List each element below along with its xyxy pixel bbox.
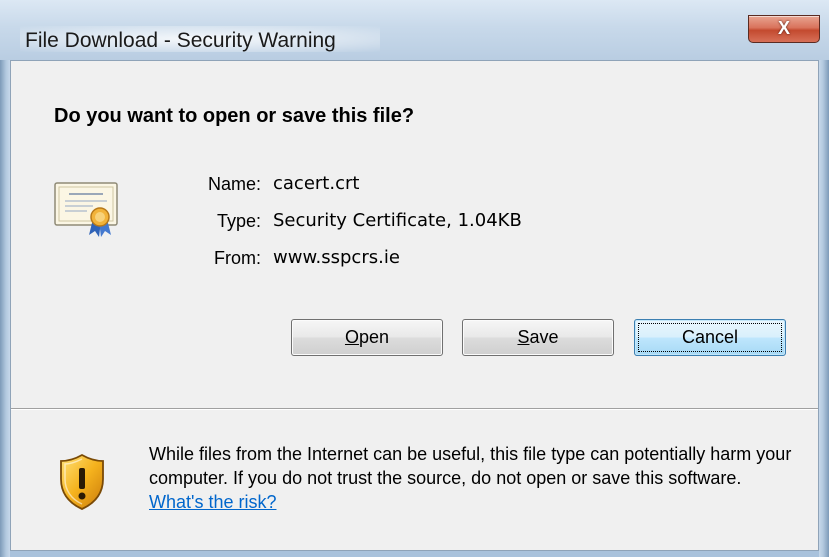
- window-frame-right: [819, 0, 829, 557]
- dialog-window: File Download - Security Warning X Do yo…: [0, 0, 829, 557]
- warning-message: While files from the Internet can be use…: [149, 442, 799, 514]
- warning-panel: While files from the Internet can be use…: [11, 410, 818, 550]
- file-info-panel: Do you want to open or save this file? N…: [11, 61, 818, 408]
- close-button[interactable]: X: [748, 15, 820, 43]
- focus-rectangle: [638, 323, 782, 352]
- from-value: www.sspcrs.ie: [273, 247, 400, 268]
- dialog-question: Do you want to open or save this file?: [54, 105, 415, 127]
- window-frame-left: [0, 0, 10, 557]
- title-bar[interactable]: File Download - Security Warning X: [0, 0, 829, 60]
- from-label: From:: [214, 248, 261, 268]
- window-title: File Download - Security Warning: [25, 29, 336, 52]
- open-label-rest: pen: [358, 327, 390, 347]
- name-label: Name:: [207, 174, 261, 194]
- cancel-button[interactable]: Cancel: [634, 319, 786, 356]
- dialog-client-area: Do you want to open or save this file? N…: [10, 60, 819, 551]
- whats-the-risk-link[interactable]: What's the risk?: [149, 492, 276, 512]
- save-mnemonic: S: [517, 327, 530, 347]
- save-label-rest: ave: [529, 327, 559, 347]
- warning-text: While files from the Internet can be use…: [149, 444, 792, 488]
- certificate-icon: [54, 182, 118, 237]
- open-mnemonic: O: [344, 327, 359, 347]
- type-label: Type:: [216, 211, 261, 231]
- save-button[interactable]: Save: [462, 319, 614, 356]
- shield-warning-icon: [60, 453, 104, 510]
- close-icon: X: [777, 18, 790, 38]
- type-value: Security Certificate, 1.04KB: [273, 210, 522, 231]
- open-button[interactable]: Open: [291, 319, 443, 356]
- name-value: cacert.crt: [273, 173, 360, 194]
